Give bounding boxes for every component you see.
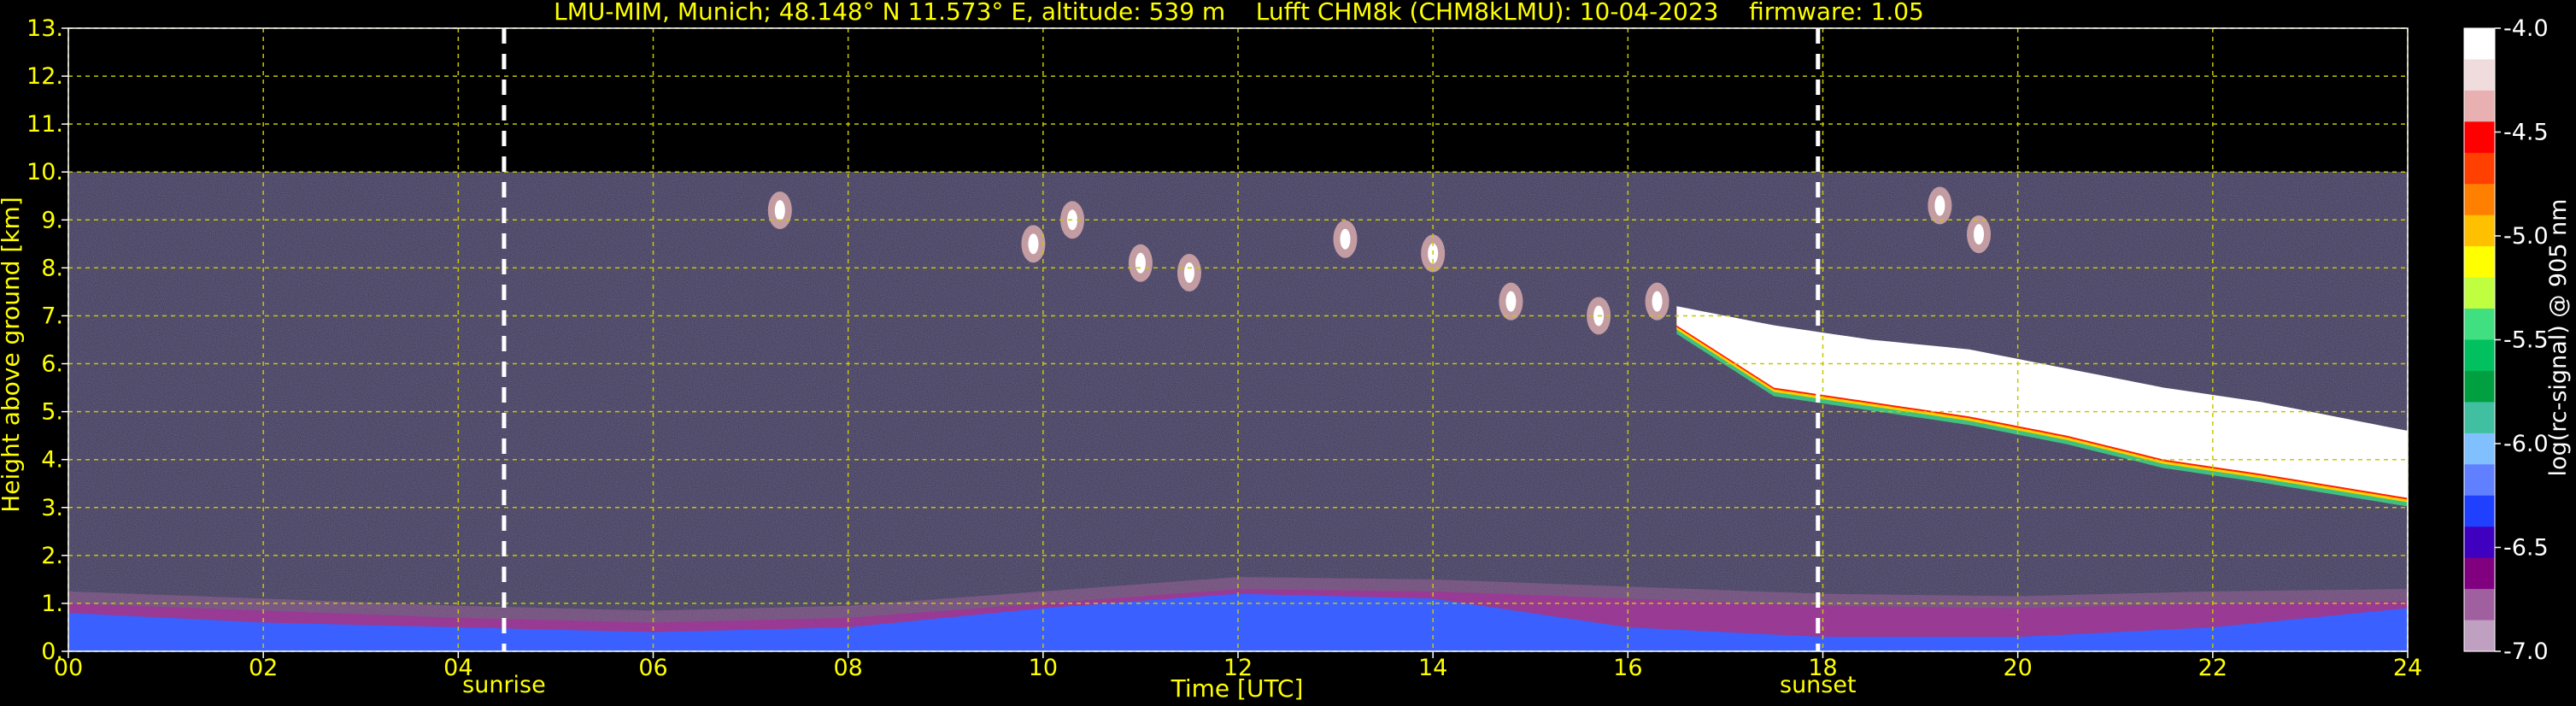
colorbar-segment xyxy=(2464,184,2495,216)
cirrus-core xyxy=(1340,228,1351,250)
x-tick-label: 20 xyxy=(2003,655,2032,681)
colorbar-tick-label: -6.5 xyxy=(2503,535,2549,562)
y-tick-label: 11. xyxy=(26,111,63,138)
y-tick-label: 6. xyxy=(41,351,63,378)
y-tick-label: 2. xyxy=(41,543,63,569)
colorbar-segment xyxy=(2464,277,2495,309)
colorbar-segment xyxy=(2464,370,2495,403)
colorbar-label: log(rc-signal) @ 905 nm xyxy=(2545,199,2572,477)
x-tick-label: 08 xyxy=(833,655,862,681)
colorbar-segment xyxy=(2464,339,2495,372)
colorbar-tick-label: -5.5 xyxy=(2503,327,2549,354)
cirrus-core xyxy=(1652,291,1663,312)
x-axis-label: Time [UTC] xyxy=(1171,674,1304,703)
colorbar-segment xyxy=(2464,309,2495,341)
x-tick-label: 02 xyxy=(249,655,278,681)
colorbar-segment xyxy=(2464,589,2495,621)
colorbar-segment xyxy=(2464,215,2495,247)
colorbar-segment xyxy=(2464,557,2495,590)
colorbar-tick-label: -7.0 xyxy=(2503,638,2549,665)
colorbar-segment xyxy=(2464,402,2495,434)
colorbar-segment xyxy=(2464,495,2495,527)
colorbar-segment xyxy=(2464,527,2495,559)
x-tick-label: 06 xyxy=(638,655,667,681)
x-tick-label: 16 xyxy=(1613,655,1642,681)
colorbar-segment xyxy=(2464,432,2495,465)
colorbar-tick-label: -5.0 xyxy=(2503,223,2549,250)
cirrus-core xyxy=(1505,291,1517,312)
cirrus-core xyxy=(1183,262,1194,283)
colorbar-segment xyxy=(2464,246,2495,279)
cirrus-core xyxy=(1028,233,1039,255)
colorbar-tick-label: -6.0 xyxy=(2503,431,2549,457)
colorbar-segment xyxy=(2464,464,2495,497)
colorbar-segment xyxy=(2464,620,2495,652)
x-tick-label: 24 xyxy=(2393,655,2422,681)
y-tick-label: 12. xyxy=(26,63,63,90)
x-tick-label: 00 xyxy=(54,655,83,681)
y-tick-label: 7. xyxy=(41,303,63,329)
colorbar-tick-label: -4.0 xyxy=(2503,15,2549,42)
x-tick-label: 22 xyxy=(2198,655,2227,681)
x-tick-label: 04 xyxy=(443,655,472,681)
chart-title: LMU-MIM, Munich; 48.148° N 11.573° E, al… xyxy=(554,0,1924,26)
x-tick-label: 14 xyxy=(1418,655,1447,681)
y-tick-label: 4. xyxy=(41,447,63,474)
y-tick-label: 9. xyxy=(41,207,63,233)
y-tick-label: 13. xyxy=(26,15,63,42)
x-tick-label: 18 xyxy=(1808,655,1837,681)
colorbar-segment xyxy=(2464,59,2495,91)
cirrus-core xyxy=(1974,224,1985,245)
y-tick-label: 5. xyxy=(41,399,63,426)
cirrus-core xyxy=(1135,252,1146,274)
y-tick-label: 8. xyxy=(41,255,63,281)
y-tick-label: 1. xyxy=(41,591,63,617)
ceilometer-chart: sunrise sunset 0.1.2.3.4.5.6.7.8.9.10.11.… xyxy=(0,0,2576,706)
y-axis-label: Height above ground [km] xyxy=(0,197,25,513)
sunrise-label: sunrise xyxy=(462,672,546,698)
y-tick-label: 10. xyxy=(26,159,63,185)
x-tick-label: 10 xyxy=(1029,655,1058,681)
colorbar-segment xyxy=(2464,28,2495,61)
colorbar-segment xyxy=(2464,90,2495,122)
y-tick-label: 3. xyxy=(41,495,63,521)
cirrus-core xyxy=(1934,195,1945,216)
colorbar-segment xyxy=(2464,152,2495,185)
colorbar-segment xyxy=(2464,121,2495,154)
cirrus-core xyxy=(774,200,785,221)
colorbar-tick-label: -4.5 xyxy=(2503,120,2549,146)
